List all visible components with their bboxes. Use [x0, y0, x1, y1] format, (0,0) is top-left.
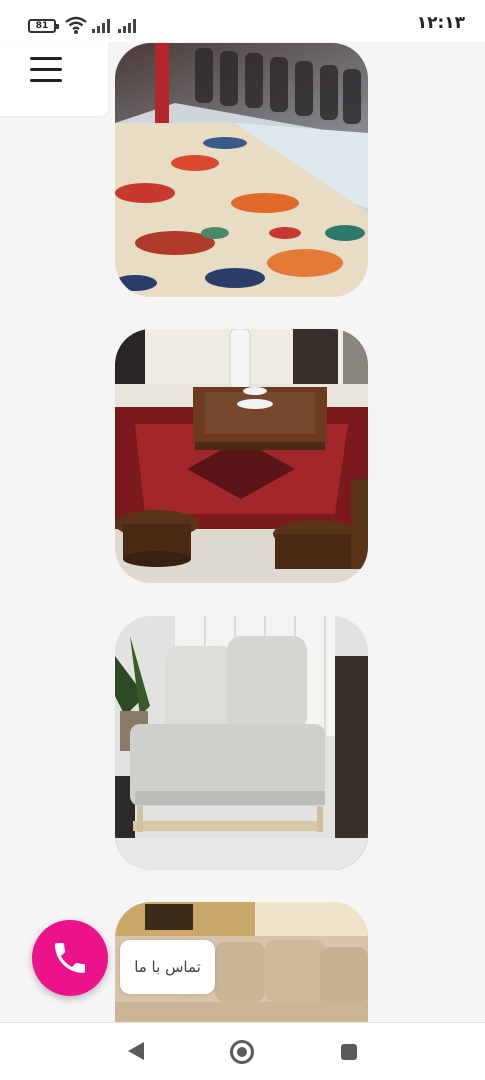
battery-level: 81 — [35, 21, 49, 31]
signal-icon — [118, 19, 140, 33]
wifi-icon — [65, 16, 87, 34]
back-icon[interactable] — [128, 1042, 144, 1060]
hamburger-menu-icon[interactable] — [30, 57, 64, 83]
gallery-image-carpet-washing[interactable] — [115, 43, 368, 297]
recent-apps-icon[interactable] — [341, 1044, 357, 1060]
menu-card — [0, 42, 108, 116]
contact-us-label[interactable]: تماس با ما — [120, 940, 215, 994]
status-time: ۱۲:۱۳ — [416, 13, 465, 33]
phone-icon — [55, 943, 85, 973]
battery-icon: 81 — [28, 19, 59, 33]
signal-icon — [92, 19, 114, 33]
home-icon[interactable] — [230, 1040, 254, 1064]
gallery-image-living-room[interactable] — [115, 329, 368, 583]
navigation-bar — [0, 1022, 485, 1080]
status-bar: 81 ۱۲:۱۳ — [0, 0, 485, 42]
call-button[interactable] — [32, 920, 108, 996]
contact-us-text: تماس با ما — [134, 958, 201, 976]
gallery-image-white-sofa[interactable] — [115, 616, 368, 870]
